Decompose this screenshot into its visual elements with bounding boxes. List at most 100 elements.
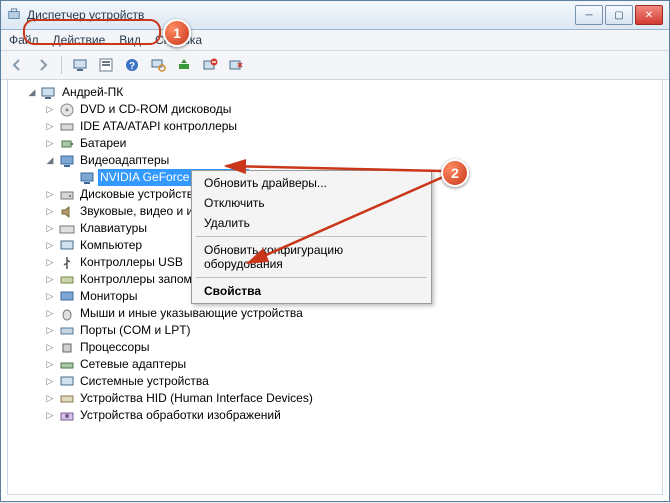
root-label: Андрей-ПК bbox=[60, 84, 125, 101]
tree-label: Устройства HID (Human Interface Devices) bbox=[78, 390, 315, 407]
disable-icon[interactable] bbox=[226, 55, 246, 75]
menu-view[interactable]: Вид bbox=[119, 33, 141, 47]
imaging-icon bbox=[59, 408, 75, 424]
expand-icon[interactable]: ▷ bbox=[44, 407, 56, 424]
expand-icon[interactable]: ▷ bbox=[44, 135, 56, 152]
expand-icon[interactable]: ▷ bbox=[44, 322, 56, 339]
monitor-icon bbox=[59, 289, 75, 305]
separator bbox=[196, 277, 427, 278]
system-icon bbox=[59, 374, 75, 390]
cpu-icon bbox=[59, 340, 75, 356]
menu-file[interactable]: Файл bbox=[9, 33, 39, 47]
disk-icon bbox=[59, 187, 75, 203]
tree-label: Компьютер bbox=[78, 237, 144, 254]
tree-label: IDE ATA/ATAPI контроллеры bbox=[78, 118, 239, 135]
tree-label: Дисковые устройства bbox=[78, 186, 202, 203]
tree-item[interactable]: ▷ Мыши и иные указывающие устройства bbox=[12, 305, 662, 322]
ports-icon bbox=[59, 323, 75, 339]
tree-label: Мониторы bbox=[78, 288, 139, 305]
menu-action[interactable]: Действие bbox=[53, 33, 106, 47]
tree-item[interactable]: ▷ Устройства обработки изображений bbox=[12, 407, 662, 424]
expand-icon[interactable]: ▷ bbox=[44, 271, 56, 288]
expand-icon[interactable]: ▷ bbox=[44, 203, 56, 220]
scan-icon[interactable] bbox=[148, 55, 168, 75]
tree-label: Батареи bbox=[78, 135, 128, 152]
tree-item[interactable]: ▷ IDE ATA/ATAPI контроллеры bbox=[12, 118, 662, 135]
expand-icon[interactable]: ▷ bbox=[44, 186, 56, 203]
ctx-update-drivers[interactable]: Обновить драйверы... bbox=[194, 173, 429, 193]
expand-icon[interactable]: ▷ bbox=[44, 288, 56, 305]
window-controls: ─ ▢ ✕ bbox=[575, 5, 663, 25]
expand-icon[interactable]: ▷ bbox=[44, 237, 56, 254]
properties-icon[interactable] bbox=[96, 55, 116, 75]
tree-item-video[interactable]: ◢ Видеоадаптеры bbox=[12, 152, 662, 169]
computer-icon bbox=[41, 85, 57, 101]
usb-icon bbox=[59, 255, 75, 271]
expand-icon[interactable]: ▷ bbox=[44, 356, 56, 373]
tree-label: Системные устройства bbox=[78, 373, 211, 390]
expand-icon[interactable]: ▷ bbox=[44, 254, 56, 271]
battery-icon bbox=[59, 136, 75, 152]
ctx-uninstall[interactable]: Удалить bbox=[194, 213, 429, 233]
svg-text:?: ? bbox=[129, 61, 135, 72]
ctx-properties[interactable]: Свойства bbox=[194, 281, 429, 301]
tree-item[interactable]: ▷ DVD и CD-ROM дисководы bbox=[12, 101, 662, 118]
expand-icon[interactable]: ▷ bbox=[44, 373, 56, 390]
annotation-marker-2: 2 bbox=[441, 159, 469, 187]
tree-label: Сетевые адаптеры bbox=[78, 356, 188, 373]
mouse-icon bbox=[59, 306, 75, 322]
update-driver-icon[interactable] bbox=[174, 55, 194, 75]
tree-label: Процессоры bbox=[78, 339, 152, 356]
device-manager-window: Диспетчер устройств ─ ▢ ✕ Файл Действие … bbox=[0, 0, 670, 502]
expand-icon[interactable]: ▷ bbox=[44, 390, 56, 407]
maximize-button[interactable]: ▢ bbox=[605, 5, 633, 25]
window-title: Диспетчер устройств bbox=[27, 8, 575, 22]
root-node[interactable]: ◢ Андрей-ПК bbox=[12, 84, 662, 101]
display-icon bbox=[79, 170, 95, 186]
close-button[interactable]: ✕ bbox=[635, 5, 663, 25]
help-icon[interactable]: ? bbox=[122, 55, 142, 75]
hid-icon bbox=[59, 391, 75, 407]
context-menu: Обновить драйверы... Отключить Удалить О… bbox=[191, 170, 432, 304]
expand-icon[interactable]: ▷ bbox=[44, 118, 56, 135]
dvd-icon bbox=[59, 102, 75, 118]
keyboard-icon bbox=[59, 221, 75, 237]
tree-item[interactable]: ▷ Системные устройства bbox=[12, 373, 662, 390]
collapse-icon[interactable]: ◢ bbox=[26, 84, 38, 101]
tree-item[interactable]: ▷ Сетевые адаптеры bbox=[12, 356, 662, 373]
network-icon bbox=[59, 357, 75, 373]
ide-icon bbox=[59, 119, 75, 135]
expand-icon[interactable]: ▷ bbox=[44, 220, 56, 237]
collapse-icon[interactable]: ◢ bbox=[44, 152, 56, 169]
back-icon[interactable] bbox=[7, 55, 27, 75]
tree-label: Устройства обработки изображений bbox=[78, 407, 283, 424]
menubar: Файл Действие Вид Справка bbox=[1, 30, 669, 51]
separator bbox=[61, 56, 62, 74]
tree-label: Клавиатуры bbox=[78, 220, 149, 237]
expand-icon[interactable]: ▷ bbox=[44, 339, 56, 356]
display-icon bbox=[59, 153, 75, 169]
app-icon bbox=[7, 8, 21, 22]
expand-icon[interactable]: ▷ bbox=[44, 305, 56, 322]
tree-item[interactable]: ▷ Батареи bbox=[12, 135, 662, 152]
computer-icon[interactable] bbox=[70, 55, 90, 75]
uninstall-icon[interactable] bbox=[200, 55, 220, 75]
tree-item[interactable]: ▷ Устройства HID (Human Interface Devices… bbox=[12, 390, 662, 407]
tree-label: Контроллеры USB bbox=[78, 254, 185, 271]
tree-item[interactable]: ▷ Процессоры bbox=[12, 339, 662, 356]
expand-icon[interactable]: ▷ bbox=[44, 101, 56, 118]
ctx-disable[interactable]: Отключить bbox=[194, 193, 429, 213]
tree-label: Видеоадаптеры bbox=[78, 152, 171, 169]
tree-label: DVD и CD-ROM дисководы bbox=[78, 101, 233, 118]
toolbar: ? bbox=[1, 51, 669, 80]
sound-icon bbox=[59, 204, 75, 220]
tree-label: Порты (COM и LPT) bbox=[78, 322, 193, 339]
ctx-scan-hardware[interactable]: Обновить конфигурацию оборудования bbox=[194, 240, 429, 274]
forward-icon[interactable] bbox=[33, 55, 53, 75]
tree-label: Мыши и иные указывающие устройства bbox=[78, 305, 305, 322]
separator bbox=[196, 236, 427, 237]
computer-icon bbox=[59, 238, 75, 254]
tree-item[interactable]: ▷ Порты (COM и LPT) bbox=[12, 322, 662, 339]
annotation-marker-1: 1 bbox=[163, 19, 191, 47]
minimize-button[interactable]: ─ bbox=[575, 5, 603, 25]
